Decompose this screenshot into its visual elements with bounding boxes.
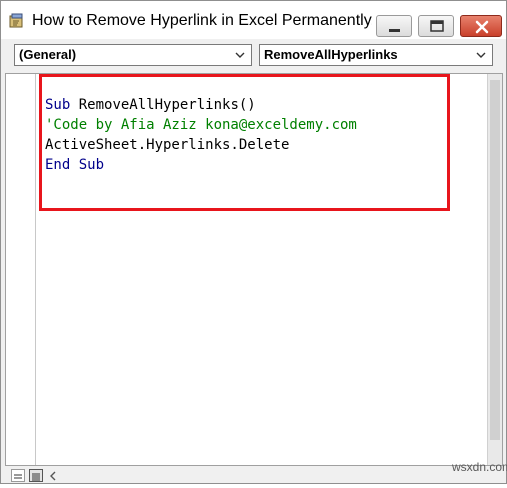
chevron-down-icon[interactable] — [235, 51, 245, 59]
editor-bottom-bar — [1, 466, 506, 483]
vertical-scrollbar[interactable] — [487, 74, 502, 465]
close-icon — [475, 20, 489, 34]
module-view-button[interactable] — [29, 469, 43, 482]
scrollbar-thumb[interactable] — [490, 80, 500, 440]
procedure-combo[interactable]: RemoveAllHyperlinks — [259, 44, 493, 66]
procedure-view-button[interactable] — [11, 469, 25, 482]
module-view-icon — [32, 473, 40, 481]
maximize-icon — [430, 20, 444, 32]
vba-editor-icon[interactable] — [9, 13, 25, 29]
title-bar[interactable]: How to Remove Hyperlink in Excel Permane… — [1, 1, 506, 39]
watermark: wsxdn.com — [452, 460, 507, 474]
minimize-icon — [389, 29, 400, 32]
chevron-down-icon[interactable] — [476, 51, 486, 59]
maximize-button[interactable] — [418, 15, 454, 37]
vba-code-window: How to Remove Hyperlink in Excel Permane… — [0, 0, 507, 484]
object-combo[interactable]: (General) — [14, 44, 252, 66]
procedure-combo-value: RemoveAllHyperlinks — [264, 47, 398, 62]
window-title: How to Remove Hyperlink in Excel Permane… — [32, 12, 372, 29]
scroll-left-arrow-icon[interactable] — [49, 471, 57, 481]
procedure-view-icon — [14, 474, 22, 479]
margin-indicator-bar[interactable] — [6, 74, 36, 465]
object-combo-value: (General) — [19, 47, 77, 62]
minimize-button[interactable] — [376, 15, 412, 37]
highlight-box — [39, 74, 450, 211]
close-button[interactable] — [460, 15, 502, 37]
